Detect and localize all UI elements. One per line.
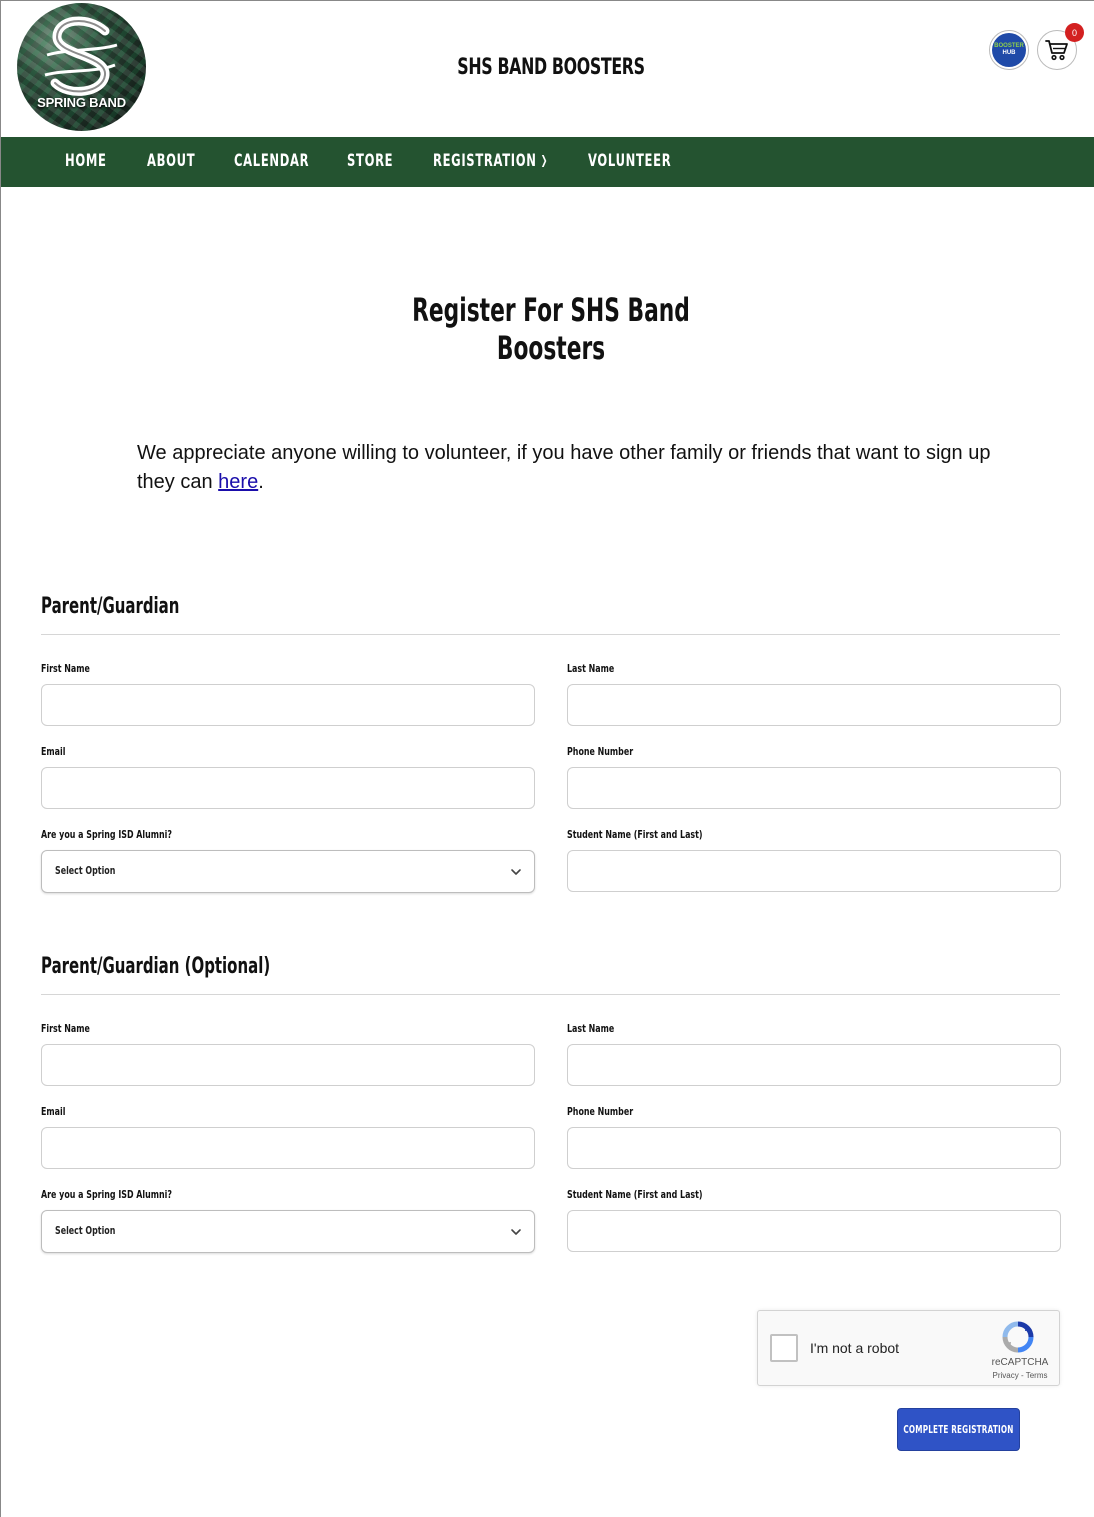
phone-number-input-optional[interactable] bbox=[567, 1127, 1061, 1169]
nav-item-label: CALENDAR bbox=[234, 151, 310, 171]
student-name-label: Student Name (First and Last) bbox=[567, 828, 703, 841]
section-title-parent-guardian: Parent/Guardian bbox=[41, 594, 180, 619]
site-title[interactable]: SHS BAND BOOSTERS bbox=[443, 55, 659, 80]
shopping-cart-icon bbox=[1045, 40, 1068, 61]
recaptcha-logo-icon bbox=[1002, 1321, 1034, 1353]
nav-item-about[interactable]: ABOUT bbox=[147, 151, 195, 171]
last-name-input[interactable] bbox=[567, 684, 1061, 726]
nav-item-home[interactable]: HOME bbox=[65, 151, 107, 171]
last-name-input-optional[interactable] bbox=[567, 1044, 1061, 1086]
section-divider bbox=[41, 634, 1060, 635]
site-header: SPRING BAND SHS BAND BOOSTERS BOOSTER HU… bbox=[1, 1, 1094, 137]
first-name-label: First Name bbox=[41, 1022, 90, 1035]
booster-hub-icon: BOOSTER HUB bbox=[992, 33, 1026, 67]
alumni-select-optional[interactable]: Select Option bbox=[41, 1210, 535, 1253]
nav-item-label: REGISTRATION bbox=[433, 151, 537, 171]
recaptcha-checkbox[interactable] bbox=[770, 1334, 798, 1362]
chevron-down-icon bbox=[511, 869, 521, 875]
spring-band-logo[interactable]: SPRING BAND bbox=[17, 3, 146, 131]
nav-item-label: STORE bbox=[347, 151, 394, 171]
nav-item-label: VOLUNTEER bbox=[588, 151, 672, 171]
complete-registration-button[interactable]: COMPLETE REGISTRATION bbox=[897, 1408, 1020, 1451]
main-nav: HOME ABOUT CALENDAR STORE REGISTRATION ❯ … bbox=[1, 137, 1094, 187]
alumni-label: Are you a Spring ISD Alumni? bbox=[41, 1188, 172, 1201]
email-input-optional[interactable] bbox=[41, 1127, 535, 1169]
chevron-down-icon: ❯ bbox=[540, 153, 549, 167]
recaptcha-privacy-terms-links[interactable]: Privacy - Terms bbox=[980, 1371, 1060, 1380]
alumni-label: Are you a Spring ISD Alumni? bbox=[41, 828, 172, 841]
alumni-select[interactable]: Select Option bbox=[41, 850, 535, 893]
nav-item-calendar[interactable]: CALENDAR bbox=[234, 151, 309, 171]
student-name-label: Student Name (First and Last) bbox=[567, 1188, 703, 1201]
chevron-down-icon bbox=[511, 1229, 521, 1235]
alumni-select-value: Select Option bbox=[55, 864, 116, 877]
student-name-input[interactable] bbox=[567, 850, 1061, 892]
student-name-input-optional[interactable] bbox=[567, 1210, 1061, 1252]
intro-paragraph: We appreciate anyone willing to voluntee… bbox=[137, 439, 1007, 497]
section-divider bbox=[41, 994, 1060, 995]
phone-number-label: Phone Number bbox=[567, 745, 634, 758]
recaptcha-brand: reCAPTCHA bbox=[991, 1357, 1049, 1368]
page-title: Register For SHS Band Boosters bbox=[412, 291, 690, 367]
nav-item-label: HOME bbox=[65, 151, 107, 171]
first-name-input[interactable] bbox=[41, 684, 535, 726]
phone-number-label: Phone Number bbox=[567, 1105, 634, 1118]
page: SPRING BAND SHS BAND BOOSTERS BOOSTER HU… bbox=[0, 0, 1094, 1517]
logo-text: SPRING BAND bbox=[37, 95, 126, 110]
recaptcha-label: I'm not a robot bbox=[810, 1340, 900, 1356]
nav-item-label: ABOUT bbox=[147, 151, 196, 171]
signup-here-link[interactable]: here bbox=[218, 471, 258, 493]
email-label: Email bbox=[41, 745, 66, 758]
hub-badge-line2: HUB bbox=[1002, 50, 1016, 56]
section-title-parent-guardian-optional: Parent/Guardian (Optional) bbox=[41, 954, 271, 979]
alumni-select-value: Select Option bbox=[55, 1224, 116, 1237]
nav-item-volunteer[interactable]: VOLUNTEER bbox=[588, 151, 671, 171]
s-monogram-icon bbox=[44, 16, 118, 96]
hub-badge-line1: BOOSTER bbox=[994, 43, 1024, 49]
intro-end: . bbox=[258, 471, 264, 493]
booster-hub-button[interactable]: BOOSTER HUB bbox=[989, 30, 1029, 70]
last-name-label: Last Name bbox=[567, 1022, 615, 1035]
first-name-input-optional[interactable] bbox=[41, 1044, 535, 1086]
email-input[interactable] bbox=[41, 767, 535, 809]
last-name-label: Last Name bbox=[567, 662, 615, 675]
recaptcha-widget: I'm not a robot reCAPTCHA Privacy - Term… bbox=[757, 1310, 1060, 1386]
first-name-label: First Name bbox=[41, 662, 90, 675]
nav-item-registration[interactable]: REGISTRATION ❯ bbox=[433, 151, 548, 171]
phone-number-input[interactable] bbox=[567, 767, 1061, 809]
nav-item-store[interactable]: STORE bbox=[347, 151, 393, 171]
email-label: Email bbox=[41, 1105, 66, 1118]
complete-registration-label: COMPLETE REGISTRATION bbox=[903, 1423, 1014, 1436]
intro-text: We appreciate anyone willing to voluntee… bbox=[137, 442, 991, 493]
cart-count-badge: 0 bbox=[1065, 23, 1084, 42]
